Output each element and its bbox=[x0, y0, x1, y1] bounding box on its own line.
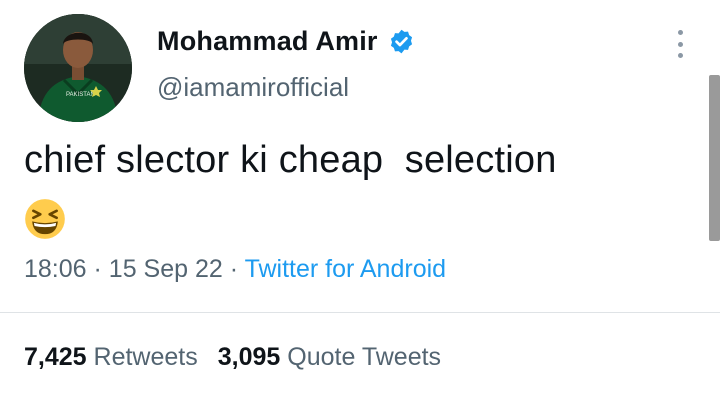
tweet-card: PAKISTAN Mohammad Amir @iamamirofficial … bbox=[0, 0, 720, 395]
tweet-time[interactable]: 18:06 bbox=[24, 255, 87, 283]
quote-tweets-label: Quote Tweets bbox=[287, 343, 442, 371]
user-handle[interactable]: @iamamirofficial bbox=[157, 72, 349, 103]
meta-separator: · bbox=[93, 255, 102, 283]
tweet-meta: 18:06 · 15 Sep 22 · Twitter for Android bbox=[24, 255, 446, 284]
divider bbox=[0, 312, 720, 313]
scrollbar[interactable] bbox=[709, 75, 720, 241]
retweets-label: Retweets bbox=[93, 343, 198, 371]
tweet-date[interactable]: 15 Sep 22 bbox=[109, 255, 223, 283]
tweet-source-link[interactable]: Twitter for Android bbox=[245, 255, 446, 283]
avatar[interactable]: PAKISTAN bbox=[24, 14, 132, 122]
quote-tweets-link[interactable]: 3,095 Quote Tweets bbox=[218, 343, 441, 371]
retweets-link[interactable]: 7,425 Retweets bbox=[24, 343, 198, 371]
tweet-stats: 7,425 Retweets 3,095 Quote Tweets bbox=[24, 343, 441, 372]
display-name[interactable]: Mohammad Amir bbox=[157, 26, 378, 57]
quote-tweets-count: 3,095 bbox=[217, 343, 281, 371]
tweet-text: chief slector ki cheap selection bbox=[24, 139, 557, 181]
verified-badge-icon bbox=[388, 28, 415, 55]
retweets-count: 7,425 bbox=[24, 343, 87, 371]
grinning-squinting-face-icon bbox=[24, 198, 66, 240]
more-options-icon[interactable] bbox=[666, 26, 694, 62]
user-name-row: Mohammad Amir bbox=[157, 26, 415, 57]
meta-separator: · bbox=[229, 255, 239, 283]
avatar-jersey-text: PAKISTAN bbox=[66, 92, 95, 98]
